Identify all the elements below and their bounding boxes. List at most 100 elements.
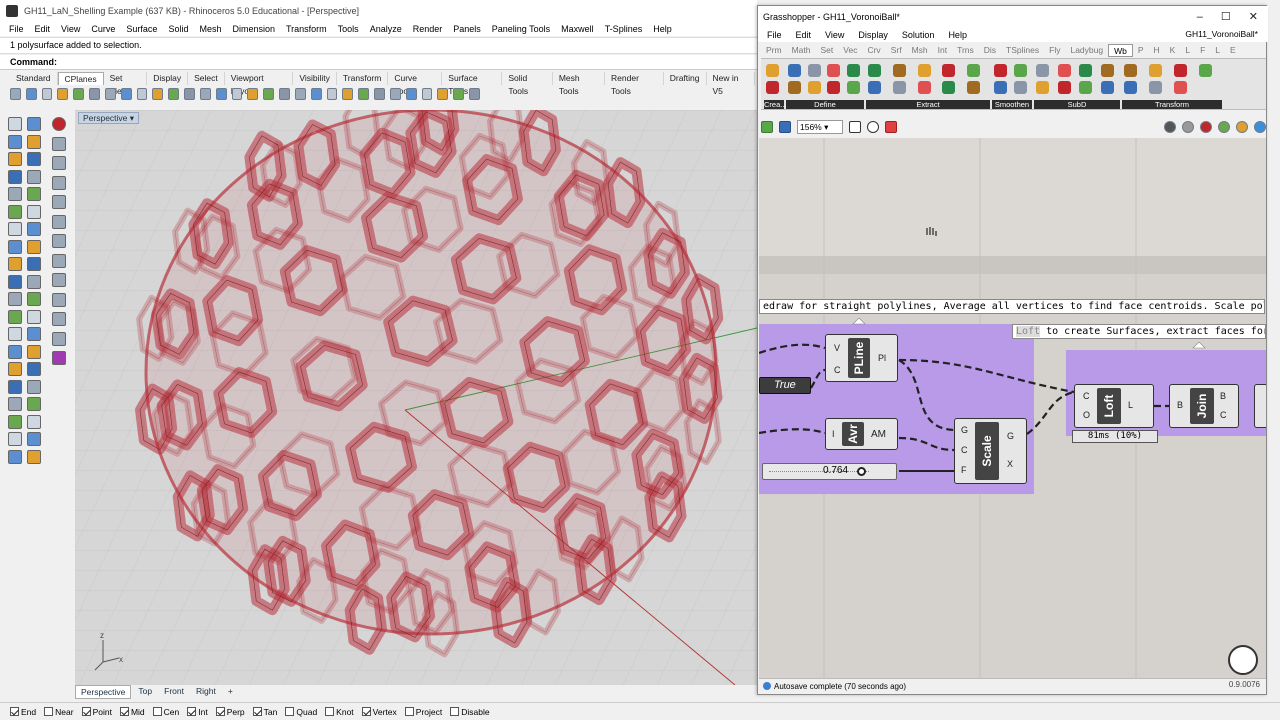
- gh-tab-wb-13[interactable]: Wb: [1108, 44, 1133, 57]
- left-tool-icon[interactable]: [27, 222, 41, 236]
- toolbar-tool-icon[interactable]: [10, 88, 21, 100]
- left-tool-icon-col3[interactable]: [52, 312, 66, 326]
- left-tool-icon[interactable]: [8, 204, 22, 219]
- ribbon-component-icon[interactable]: [994, 81, 1007, 94]
- left-tool-icon[interactable]: [8, 309, 22, 324]
- toolbar-tool-icon[interactable]: [25, 88, 37, 100]
- preview-wire-icon[interactable]: [1164, 121, 1176, 133]
- tab-viewport-layout[interactable]: Viewport Layout: [225, 72, 294, 96]
- offscreen-component[interactable]: [1254, 384, 1266, 428]
- loft-component[interactable]: C O Loft L: [1074, 384, 1154, 428]
- group2-label[interactable]: Loft to create Surfaces, extract faces f…: [1012, 324, 1266, 339]
- viewport-title-dropdown[interactable]: Perspective ▾: [78, 112, 140, 124]
- gh-tab-l-19[interactable]: L: [1210, 44, 1225, 57]
- scale-input-g[interactable]: G: [961, 425, 968, 435]
- left-tool-icon[interactable]: [27, 309, 41, 324]
- gh-tab-set-2[interactable]: Set: [816, 44, 839, 57]
- left-tool-icon-col3[interactable]: [52, 214, 66, 229]
- gh-tab-h-15[interactable]: H: [1149, 44, 1165, 57]
- left-tool-icon-col3[interactable]: [52, 175, 66, 190]
- close-icon[interactable]: ✕: [1249, 10, 1258, 23]
- toolbar-tool-icon[interactable]: [453, 88, 465, 100]
- left-tool-icon-col3[interactable]: [52, 253, 66, 268]
- pline-input-v[interactable]: V: [834, 343, 840, 353]
- toolbar-tool-icon[interactable]: [89, 88, 100, 100]
- tab-transform[interactable]: Transform: [337, 72, 389, 85]
- scale-input-c[interactable]: C: [961, 445, 968, 455]
- left-tool-icon[interactable]: [8, 239, 22, 254]
- gh-tab-vec-3[interactable]: Vec: [838, 44, 862, 57]
- osnap-perp[interactable]: Perp: [215, 707, 245, 717]
- boolean-toggle[interactable]: True: [759, 377, 811, 394]
- toolbar-tool-icon[interactable]: [184, 88, 195, 100]
- ribbon-component-icon[interactable]: [827, 64, 840, 77]
- save-file-icon[interactable]: [779, 121, 791, 133]
- ribbon-component-icon[interactable]: [1100, 81, 1114, 94]
- bake-icon[interactable]: [1236, 121, 1248, 133]
- gh-tab-dis-9[interactable]: Dis: [979, 44, 1001, 57]
- ribbon-component-icon[interactable]: [917, 81, 931, 94]
- viewport-tab-right[interactable]: Right: [191, 685, 221, 699]
- tab-display[interactable]: Display: [147, 72, 189, 85]
- canvas-navigation-icon[interactable]: [1228, 645, 1258, 675]
- osnap-cen[interactable]: Cen: [152, 707, 179, 717]
- slider-grip[interactable]: [857, 467, 866, 476]
- loft-input-c[interactable]: C: [1083, 391, 1090, 401]
- osnap-point[interactable]: Point: [81, 707, 112, 717]
- group1-label[interactable]: edraw for straight polylines, Average al…: [759, 299, 1265, 314]
- left-tool-icon-col3[interactable]: [52, 292, 66, 307]
- toolbar-tool-icon[interactable]: [263, 88, 275, 100]
- left-tool-icon[interactable]: [27, 239, 41, 254]
- preview-eye-icon[interactable]: [867, 121, 879, 133]
- left-tool-icon-col3[interactable]: [52, 273, 66, 287]
- osnap-mid[interactable]: Mid: [119, 707, 145, 717]
- toolbar-tool-icon[interactable]: [421, 88, 433, 100]
- gh-tab-k-16[interactable]: K: [1165, 44, 1181, 57]
- menu-edit[interactable]: Edit: [34, 24, 52, 34]
- avr-component[interactable]: I Avr AM: [825, 418, 898, 450]
- gh-menu-solution[interactable]: Solution: [902, 30, 935, 40]
- menu-surface[interactable]: Surface: [125, 24, 158, 34]
- toolbar-tool-icon[interactable]: [57, 88, 69, 100]
- gh-tab-prm-0[interactable]: Prm: [761, 44, 787, 57]
- left-tool-icon[interactable]: [8, 327, 22, 341]
- menu-t-splines[interactable]: T-Splines: [604, 24, 644, 34]
- viewport-tab-top[interactable]: Top: [133, 685, 157, 699]
- join-component[interactable]: B Join B C: [1169, 384, 1239, 428]
- left-tool-icon[interactable]: [27, 344, 41, 359]
- ribbon-component-icon[interactable]: [942, 81, 956, 94]
- gh-tab-msh-6[interactable]: Msh: [907, 44, 933, 57]
- gh-tab-math-1[interactable]: Math: [787, 44, 816, 57]
- ribbon-component-icon[interactable]: [967, 64, 981, 77]
- osnap-near[interactable]: Near: [44, 707, 74, 717]
- left-tool-icon-col3[interactable]: [52, 117, 66, 131]
- gh-menu-view[interactable]: View: [825, 30, 844, 40]
- osnap-end-checkbox[interactable]: [10, 707, 19, 716]
- scale-output-g[interactable]: G: [1007, 431, 1014, 441]
- left-tool-icon[interactable]: [8, 362, 22, 376]
- osnap-project[interactable]: Project: [404, 707, 442, 717]
- left-tool-icon-col3[interactable]: [52, 351, 66, 365]
- zoom-extents-icon[interactable]: [849, 121, 861, 133]
- tab-visibility[interactable]: Visibility: [293, 72, 337, 85]
- ribbon-component-icon[interactable]: [994, 64, 1007, 77]
- viewport-tab-add[interactable]: +: [223, 685, 238, 699]
- ribbon-component-icon[interactable]: [1036, 81, 1049, 94]
- ribbon-component-icon[interactable]: [766, 64, 779, 77]
- gh-tab-e-20[interactable]: E: [1225, 44, 1241, 57]
- left-tool-icon[interactable]: [27, 432, 41, 446]
- osnap-knot-checkbox[interactable]: [325, 707, 335, 716]
- tab-drafting[interactable]: Drafting: [664, 72, 707, 85]
- toolbar-tool-icon[interactable]: [405, 88, 417, 100]
- menu-tools[interactable]: Tools: [337, 24, 360, 34]
- left-tool-icon-col3[interactable]: [52, 234, 66, 248]
- toolbar-tool-icon[interactable]: [231, 88, 243, 100]
- pline-input-c[interactable]: C: [834, 365, 841, 375]
- gh-menu-edit[interactable]: Edit: [796, 30, 812, 40]
- ribbon-component-icon[interactable]: [1014, 64, 1027, 77]
- left-tool-icon[interactable]: [8, 397, 22, 411]
- menu-mesh[interactable]: Mesh: [198, 24, 222, 34]
- left-tool-icon[interactable]: [27, 257, 41, 271]
- ribbon-component-icon[interactable]: [1036, 64, 1049, 77]
- gh-tab-l-17[interactable]: L: [1180, 44, 1195, 57]
